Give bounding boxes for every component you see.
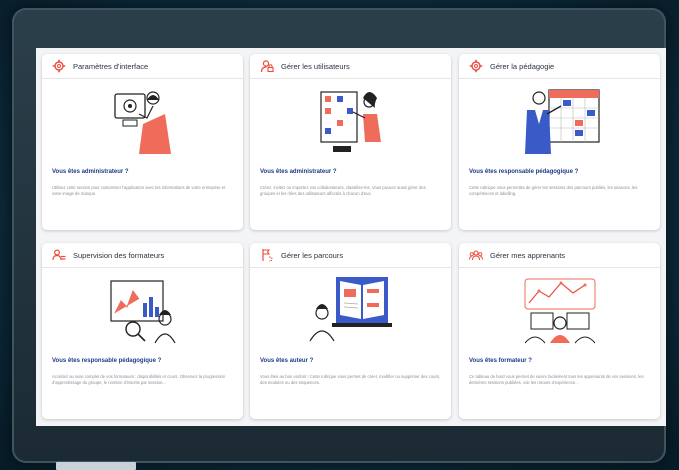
card-header: Gérer la pédagogie <box>459 54 660 79</box>
card-question: Vous êtes auteur ? <box>260 358 314 364</box>
card-trainer-supervision[interactable]: Supervision des formateurs Vous êtes res… <box>42 243 243 419</box>
learners-illustration <box>459 268 660 354</box>
device-bottom-edge <box>56 462 136 470</box>
card-manage-courses[interactable]: Gérer les parcours Vous êtes auteur ? Vo… <box>250 243 451 419</box>
card-description: Ce tableau de bord vous permet de suivre… <box>469 374 644 385</box>
card-question: Vous êtes responsable pédagogique ? <box>469 169 579 175</box>
card-title: Gérer les utilisateurs <box>281 61 350 71</box>
gear-icon <box>469 59 483 73</box>
card-question: Vous êtes responsable pédagogique ? <box>52 358 162 364</box>
card-manage-learners[interactable]: Gérer mes apprenants Vous êtes formateur… <box>459 243 660 419</box>
card-header: Paramètres d'interface <box>42 54 243 79</box>
route-icon <box>260 248 274 262</box>
courses-illustration <box>250 268 451 354</box>
app-screen: Paramètres d'interface Vous êtes adminis… <box>36 48 666 426</box>
card-question: Vous êtes administrateur ? <box>52 169 129 175</box>
card-manage-users[interactable]: Gérer les utilisateurs Vous êtes adminis… <box>250 54 451 230</box>
card-header: Gérer les parcours <box>250 243 451 268</box>
settings-illustration <box>42 79 243 165</box>
card-description: Accédez au suivi complet de vos formateu… <box>52 374 226 385</box>
card-title: Gérer la pédagogie <box>490 61 555 71</box>
card-description: Cette rubrique vous permettra de gérer l… <box>469 185 638 196</box>
card-header: Supervision des formateurs <box>42 243 243 268</box>
card-question: Vous êtes administrateur ? <box>260 169 337 175</box>
users-icon <box>52 248 66 262</box>
card-title: Gérer mes apprenants <box>490 250 566 260</box>
user-lock-icon <box>260 59 274 73</box>
users-illustration <box>250 79 451 165</box>
gear-icon <box>52 59 66 73</box>
card-header: Gérer mes apprenants <box>459 243 660 268</box>
card-description: Vous êtes au bon endroit ! Cette rubriqu… <box>260 374 441 385</box>
supervision-illustration <box>42 268 243 354</box>
card-interface-settings[interactable]: Paramètres d'interface Vous êtes adminis… <box>42 54 243 230</box>
card-description: Créez, invitez ou importez vos collabora… <box>260 185 426 196</box>
card-title: Paramètres d'interface <box>73 61 149 71</box>
card-question: Vous êtes formateur ? <box>469 358 532 364</box>
card-description: Utilisez cette section pour customiser l… <box>52 185 226 196</box>
card-header: Gérer les utilisateurs <box>250 54 451 79</box>
card-title: Supervision des formateurs <box>73 250 165 260</box>
pedagogy-illustration <box>459 79 660 165</box>
card-manage-pedagogy[interactable]: Gérer la pédagogie Vous êtes responsable… <box>459 54 660 230</box>
card-title: Gérer les parcours <box>281 250 344 260</box>
group-icon <box>469 248 483 262</box>
